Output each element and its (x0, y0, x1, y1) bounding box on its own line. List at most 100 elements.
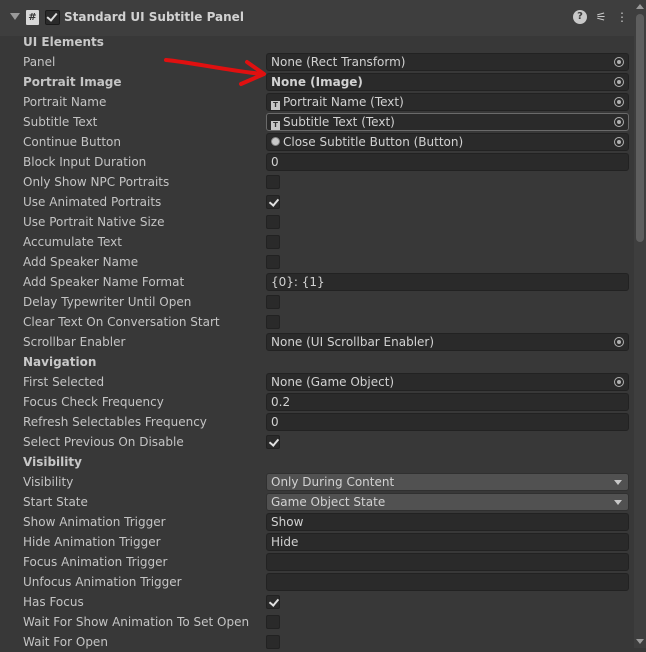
row-unfocus-animation-trigger: Unfocus Animation Trigger (0, 572, 634, 592)
chevron-down-icon (614, 480, 622, 485)
add-speaker-name-format-input[interactable]: {0}: {1} (266, 273, 629, 291)
refresh-selectables-frequency-input[interactable]: 0 (266, 413, 629, 431)
object-picker-icon[interactable] (614, 97, 624, 107)
inspector-scrollbar[interactable] (634, 0, 646, 648)
field-value: Subtitle Text (Text) (283, 115, 395, 129)
field-value: 0 (271, 415, 279, 429)
scroll-down-arrow-icon[interactable] (636, 639, 644, 644)
component-title: Standard UI Subtitle Panel (64, 10, 244, 24)
field-label: Focus Check Frequency (23, 395, 164, 409)
field-label: Add Speaker Name Format (23, 275, 185, 289)
field-value: {0}: {1} (271, 275, 325, 289)
subtitle-text-object-field[interactable]: T Subtitle Text (Text) (266, 113, 629, 131)
section-visibility: Visibility (0, 452, 634, 472)
block-input-duration-input[interactable]: 0 (266, 153, 629, 171)
row-first-selected: First Selected None (Game Object) (0, 372, 634, 392)
wait-for-open-checkbox[interactable] (266, 635, 280, 649)
foldout-triangle-icon[interactable] (10, 13, 20, 20)
field-value: None (Game Object) (271, 375, 395, 389)
section-ui-elements: UI Elements (0, 32, 634, 52)
select-previous-on-disable-checkbox[interactable] (266, 435, 280, 449)
clear-text-on-conversation-start-checkbox[interactable] (266, 315, 280, 329)
text-component-icon: T (271, 121, 280, 130)
field-label: Block Input Duration (23, 155, 147, 169)
only-show-npc-portraits-checkbox[interactable] (266, 175, 280, 189)
row-portrait-image: Portrait Image None (Image) (0, 72, 634, 92)
wait-for-show-animation-to-set-open-checkbox[interactable] (266, 615, 280, 629)
field-label: Only Show NPC Portraits (23, 175, 170, 189)
kebab-menu-icon[interactable]: ⋮ (615, 10, 629, 24)
field-value: Show (271, 515, 304, 529)
help-icon[interactable]: ? (573, 10, 587, 24)
scrollbar-thumb[interactable] (636, 14, 644, 242)
object-picker-icon[interactable] (614, 117, 624, 127)
field-label: Portrait Name (23, 95, 107, 109)
start-state-dropdown[interactable]: Game Object State (266, 493, 629, 511)
row-clear-text-on-conversation-start: Clear Text On Conversation Start (0, 312, 634, 332)
object-picker-icon[interactable] (614, 77, 624, 87)
presets-sliders-icon[interactable]: ⚟ (594, 10, 608, 24)
scroll-up-arrow-icon[interactable] (636, 4, 644, 9)
component-header: # Standard UI Subtitle Panel ? ⚟ ⋮ (0, 0, 634, 36)
field-label: Wait For Open (23, 635, 108, 649)
field-value: None (Rect Transform) (271, 55, 406, 69)
accumulate-text-checkbox[interactable] (266, 235, 280, 249)
section-title: Navigation (23, 355, 97, 369)
use-portrait-native-size-checkbox[interactable] (266, 215, 280, 229)
delay-typewriter-until-open-checkbox[interactable] (266, 295, 280, 309)
use-animated-portraits-checkbox[interactable] (266, 195, 280, 209)
unfocus-animation-trigger-input[interactable] (266, 573, 629, 591)
panel-object-field[interactable]: None (Rect Transform) (266, 53, 629, 71)
first-selected-object-field[interactable]: None (Game Object) (266, 373, 629, 391)
row-subtitle-text: Subtitle Text T Subtitle Text (Text) (0, 112, 634, 132)
row-focus-check-frequency: Focus Check Frequency 0.2 (0, 392, 634, 412)
row-hide-animation-trigger: Hide Animation Trigger Hide (0, 532, 634, 552)
object-picker-icon[interactable] (614, 57, 624, 67)
field-value: Close Subtitle Button (Button) (283, 135, 464, 149)
focus-check-frequency-input[interactable]: 0.2 (266, 393, 629, 411)
show-animation-trigger-input[interactable]: Show (266, 513, 629, 531)
field-value: Only During Content (271, 475, 395, 489)
row-use-portrait-native-size: Use Portrait Native Size (0, 212, 634, 232)
section-navigation: Navigation (0, 352, 634, 372)
row-show-animation-trigger: Show Animation Trigger Show (0, 512, 634, 532)
component-enable-checkbox[interactable] (45, 10, 60, 25)
hide-animation-trigger-input[interactable]: Hide (266, 533, 629, 551)
field-value: None (Image) (271, 75, 363, 89)
visibility-dropdown[interactable]: Only During Content (266, 473, 629, 491)
field-label: Start State (23, 495, 88, 509)
field-label: Show Animation Trigger (23, 515, 166, 529)
focus-animation-trigger-input[interactable] (266, 553, 629, 571)
field-label: Unfocus Animation Trigger (23, 575, 182, 589)
check-icon (268, 596, 280, 607)
row-add-speaker-name: Add Speaker Name (0, 252, 634, 272)
field-label: Delay Typewriter Until Open (23, 295, 192, 309)
row-visibility: Visibility Only During Content (0, 472, 634, 492)
section-title: Visibility (23, 455, 82, 469)
row-scrollbar-enabler: Scrollbar Enabler None (UI Scrollbar Ena… (0, 332, 634, 352)
portrait-image-object-field[interactable]: None (Image) (266, 73, 629, 91)
object-picker-icon[interactable] (614, 337, 624, 347)
field-label: Has Focus (23, 595, 84, 609)
row-refresh-selectables-frequency: Refresh Selectables Frequency 0 (0, 412, 634, 432)
field-label: Panel (23, 55, 56, 69)
field-label: Hide Animation Trigger (23, 535, 161, 549)
object-picker-icon[interactable] (614, 137, 624, 147)
has-focus-checkbox[interactable] (266, 595, 280, 609)
row-wait-for-show-animation-to-set-open: Wait For Show Animation To Set Open (0, 612, 634, 632)
field-value: Hide (271, 535, 299, 549)
field-label: Scrollbar Enabler (23, 335, 126, 349)
row-use-animated-portraits: Use Animated Portraits (0, 192, 634, 212)
scrollbar-enabler-object-field[interactable]: None (UI Scrollbar Enabler) (266, 333, 629, 351)
continue-button-object-field[interactable]: Close Subtitle Button (Button) (266, 133, 629, 151)
portrait-name-object-field[interactable]: T Portrait Name (Text) (266, 93, 629, 111)
field-label: First Selected (23, 375, 105, 389)
check-icon (46, 10, 58, 22)
section-title: UI Elements (23, 35, 104, 49)
object-picker-icon[interactable] (614, 377, 624, 387)
add-speaker-name-checkbox[interactable] (266, 255, 280, 269)
field-label: Wait For Show Animation To Set Open (23, 615, 250, 629)
field-label: Focus Animation Trigger (23, 555, 168, 569)
row-focus-animation-trigger: Focus Animation Trigger (0, 552, 634, 572)
row-accumulate-text: Accumulate Text (0, 232, 634, 252)
